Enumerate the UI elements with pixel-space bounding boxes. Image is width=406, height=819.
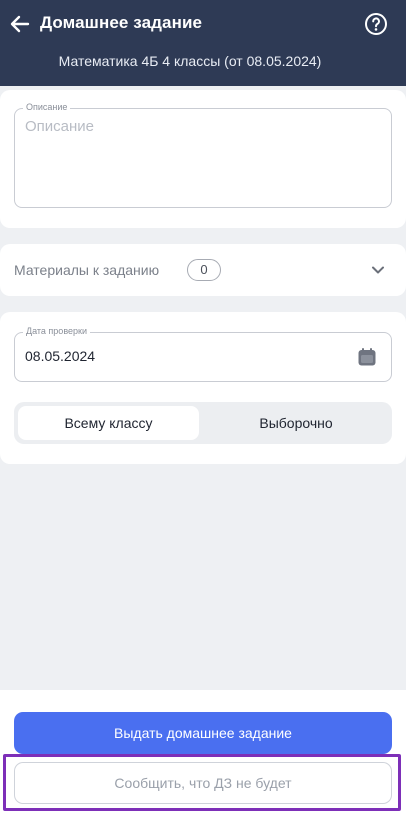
check-date-label: Дата проверки [23, 326, 90, 336]
page-subtitle: Математика 4Б 4 классы (от 08.05.2024) [58, 53, 322, 69]
question-circle-icon[interactable] [364, 12, 388, 36]
description-card: Описание Описание [0, 90, 406, 228]
arrow-left-icon[interactable] [8, 12, 32, 36]
materials-card[interactable]: Материалы к заданию 0 [0, 244, 406, 296]
page-title: Домашнее задание [40, 13, 203, 32]
no-homework-button[interactable]: Сообщить, что ДЗ не будет [14, 762, 392, 804]
materials-label: Материалы к заданию [14, 262, 160, 278]
materials-count-badge: 0 [187, 259, 221, 281]
audience-option-selective[interactable]: Выборочно [204, 406, 388, 440]
check-date-field[interactable]: Дата проверки 08.05.2024 [14, 326, 392, 382]
calendar-icon[interactable] [357, 347, 377, 367]
chevron-down-icon[interactable] [368, 260, 388, 280]
bottom-action-panel: Выдать домашнее задание Сообщить, что ДЗ… [0, 690, 406, 819]
description-label: Описание [23, 102, 71, 112]
description-field[interactable]: Описание Описание [14, 102, 392, 208]
app-header: Домашнее задание Математика 4Б 4 классы … [0, 0, 406, 86]
assign-homework-button[interactable]: Выдать домашнее задание [14, 712, 392, 754]
description-placeholder: Описание [25, 118, 95, 135]
audience-option-whole-class[interactable]: Всему классу [18, 406, 199, 440]
check-date-card: Дата проверки 08.05.2024 Всему классу Вы… [0, 312, 406, 464]
audience-segmented-control: Всему классу Выборочно [14, 402, 392, 444]
check-date-value: 08.05.2024 [25, 348, 96, 364]
